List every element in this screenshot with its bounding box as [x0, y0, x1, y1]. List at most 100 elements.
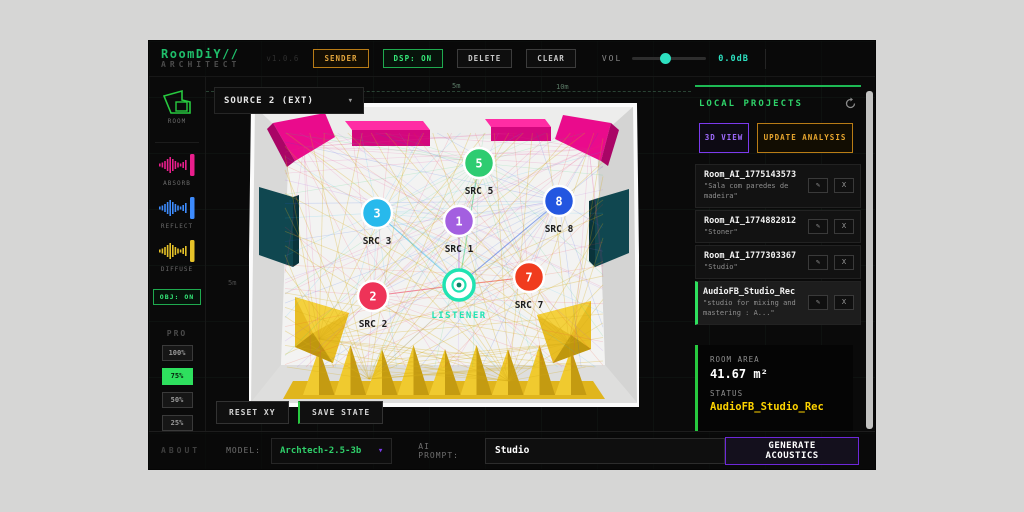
ruler-label-5m: 5m [452, 82, 460, 90]
project-desc: "Stoner" [704, 228, 804, 238]
source-node-3[interactable]: 3 SRC 3 [362, 198, 392, 247]
source-node-7[interactable]: 7 SRC 7 [514, 262, 544, 311]
ai-prompt-label: AI PROMPT: [418, 442, 475, 460]
obj-toggle-button[interactable]: OBJ: ON [153, 289, 201, 305]
sidebar-item-diffuse[interactable]: DIFFUSE [157, 238, 197, 273]
projects-title: LOCAL PROJECTS [699, 99, 803, 109]
model-label: MODEL: [226, 446, 261, 455]
svg-text:SRC 2: SRC 2 [359, 319, 388, 330]
ruler-label-10m: 10m [556, 83, 569, 91]
zoom-75-button[interactable]: 75% [162, 368, 193, 384]
about-link[interactable]: ABOUT [161, 446, 200, 455]
panel-scrollbar[interactable] [866, 91, 873, 429]
project-delete-button[interactable]: X [834, 295, 854, 310]
project-delete-button[interactable]: X [834, 178, 854, 193]
sidebar-item-label: ABSORB [163, 180, 191, 187]
svg-text:SRC 8: SRC 8 [545, 224, 574, 235]
svg-text:SRC 7: SRC 7 [515, 300, 544, 311]
app-subtitle: ARCHITECT [161, 61, 240, 69]
source-node-1[interactable]: 1 SRC 1 [444, 206, 474, 255]
room-canvas[interactable]: 5m 10m 5m SOURCE 2 (EXT) ▾ 5SRC 5 3 SRC 3 1… [206, 77, 691, 433]
source-node-2[interactable]: 2 SRC 2 [358, 281, 388, 330]
sidebar-item-reflect[interactable]: REFLECT [157, 195, 197, 230]
volume-label: VOL [602, 54, 622, 63]
project-delete-button[interactable]: X [834, 219, 854, 234]
svg-text:SRC 1: SRC 1 [445, 244, 474, 255]
source-selector-value: SOURCE 2 (EXT) [224, 96, 314, 106]
clear-button[interactable]: CLEAR [526, 49, 576, 68]
sidebar-item-label: DIFFUSE [161, 266, 193, 273]
ruler-label-left-5m: 5m [228, 279, 236, 287]
project-desc: "Sala com paredes de madeira" [704, 182, 804, 202]
status-value: AudioFB_Studio_Rec [710, 401, 853, 413]
status-label: STATUS [710, 389, 853, 398]
project-item-4-selected[interactable]: AudioFB_Studio_Rec "studio for mixing an… [695, 281, 861, 325]
sidebar-item-label: ROOM [168, 118, 186, 125]
svg-text:3: 3 [373, 207, 380, 221]
refresh-icon[interactable] [844, 97, 857, 110]
reset-xy-button[interactable]: RESET XY [216, 401, 289, 424]
svg-text:7: 7 [525, 271, 532, 285]
model-dropdown[interactable]: Archtech-2.5-3b ▾ [271, 438, 392, 464]
svg-text:LISTENER: LISTENER [431, 311, 486, 321]
panel-accent-line [695, 85, 861, 87]
room-info-box: ROOM AREA 41.67 m² STATUS AudioFB_Studio… [695, 345, 853, 431]
svg-text:2: 2 [369, 290, 376, 304]
project-edit-button[interactable]: ✎ [808, 295, 828, 310]
sidebar-item-label: REFLECT [161, 223, 193, 230]
app-title: RoomDiY// [161, 48, 240, 61]
room-icon [161, 89, 193, 116]
reflect-waveform-icon [157, 195, 197, 221]
room-area-label: ROOM AREA [710, 355, 853, 364]
volume-slider[interactable] [632, 57, 706, 60]
source-selector-dropdown[interactable]: SOURCE 2 (EXT) ▾ [214, 87, 364, 114]
3d-view-button[interactable]: 3D VIEW [699, 123, 749, 153]
tool-sidebar: ROOM ABSORB REFLECT DIFFUSE OBJ: ON PRO … [149, 77, 206, 431]
project-desc: "studio for mixing and mastering : A..." [703, 299, 804, 319]
project-desc: "Studio" [704, 263, 804, 273]
volume-control: VOL 0.0dB [602, 54, 749, 64]
volume-slider-thumb[interactable] [660, 53, 671, 64]
dsp-toggle-button[interactable]: DSP: ON [383, 49, 444, 68]
source-node-8[interactable]: 8 SRC 8 [544, 186, 574, 235]
chevron-down-icon: ▾ [378, 446, 383, 456]
sidebar-separator [155, 142, 199, 143]
zoom-25-button[interactable]: 25% [162, 415, 193, 431]
zoom-50-button[interactable]: 50% [162, 392, 193, 408]
top-bar: RoomDiY// ARCHITECT v1.0.6 SENDER DSP: O… [149, 41, 875, 77]
save-state-button[interactable]: SAVE STATE [298, 401, 383, 424]
svg-text:1: 1 [455, 215, 462, 229]
project-name: Room_AI_1774882812 [704, 216, 804, 226]
source-node-5[interactable]: 5SRC 5 [464, 148, 494, 197]
sidebar-item-absorb[interactable]: ABSORB [157, 152, 197, 187]
project-name: AudioFB_Studio_Rec [703, 287, 804, 297]
project-item-1[interactable]: Room_AI_1775143573 "Sala com paredes de … [695, 164, 861, 208]
delete-button[interactable]: DELETE [457, 49, 512, 68]
project-list: Room_AI_1775143573 "Sala com paredes de … [695, 164, 861, 327]
bottom-bar: ABOUT MODEL: Archtech-2.5-3b ▾ AI PROMPT… [149, 431, 875, 469]
svg-text:SRC 3: SRC 3 [363, 236, 392, 247]
generate-acoustics-button[interactable]: GENERATE ACOUSTICS [725, 437, 859, 465]
project-item-2[interactable]: Room_AI_1774882812 "Stoner" ✎ X [695, 210, 861, 244]
absorb-waveform-icon [157, 152, 197, 178]
sender-button[interactable]: SENDER [313, 49, 368, 68]
model-value: Archtech-2.5-3b [280, 446, 361, 456]
svg-text:8: 8 [555, 195, 562, 209]
project-name: Room_AI_1777303367 [704, 251, 804, 261]
app-window: RoomDiY// ARCHITECT v1.0.6 SENDER DSP: O… [148, 40, 876, 470]
svg-text:5: 5 [475, 157, 482, 171]
volume-value: 0.0dB [718, 54, 749, 64]
project-edit-button[interactable]: ✎ [808, 219, 828, 234]
project-item-3[interactable]: Room_AI_1777303367 "Studio" ✎ X [695, 245, 861, 279]
ai-prompt-input[interactable] [485, 438, 725, 464]
project-delete-button[interactable]: X [834, 255, 854, 270]
room-area-value: 41.67 m² [710, 367, 853, 381]
update-analysis-button[interactable]: UPDATE ANALYSIS [757, 123, 853, 153]
toolbar-divider [765, 49, 766, 69]
project-edit-button[interactable]: ✎ [808, 255, 828, 270]
project-edit-button[interactable]: ✎ [808, 178, 828, 193]
room-3d-view[interactable]: 5SRC 5 3 SRC 3 1 SRC 1 8 SRC 8 7 SRC 7 2 SRC 2 LIST… [249, 99, 639, 409]
project-name: Room_AI_1775143573 [704, 170, 804, 180]
sidebar-item-room[interactable]: ROOM [161, 89, 193, 125]
zoom-100-button[interactable]: 100% [162, 345, 193, 361]
